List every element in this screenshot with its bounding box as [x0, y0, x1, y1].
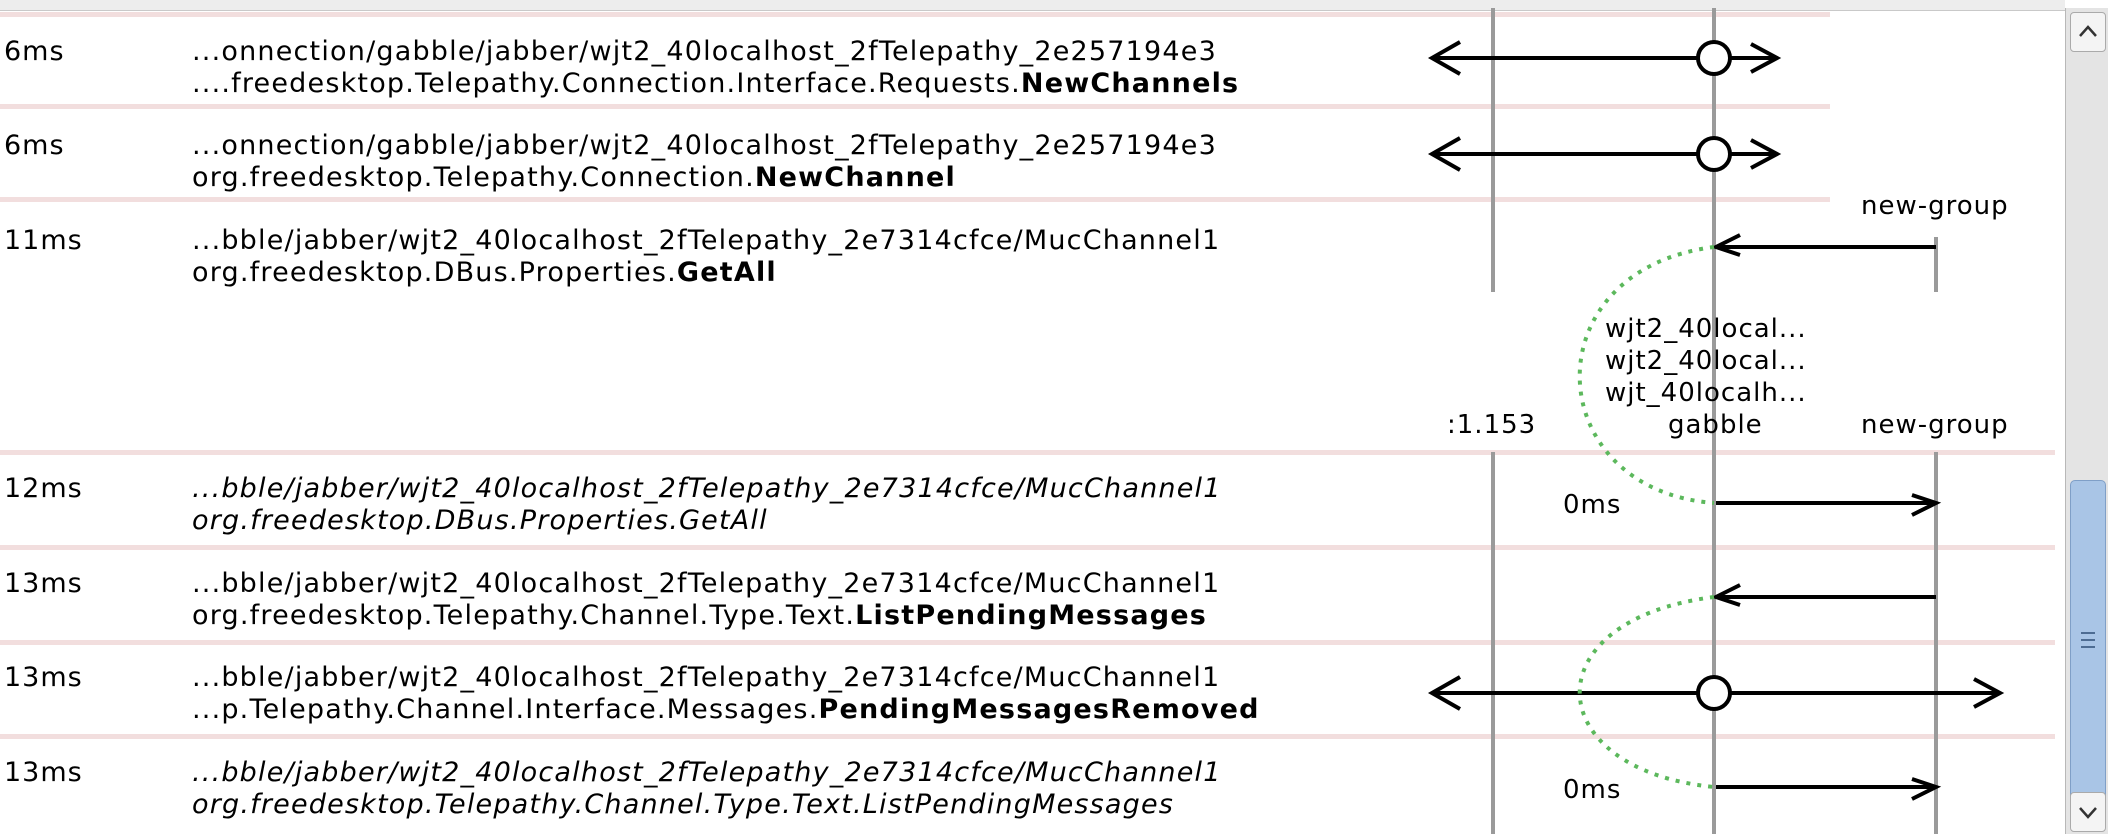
- lane-header-line: wjt2_40local...: [1605, 314, 1807, 344]
- lane-label-new-group: new-group: [1861, 410, 2009, 440]
- vertical-scrollbar[interactable]: [2065, 8, 2108, 834]
- lane-header-line: wjt2_40local...: [1605, 346, 1807, 376]
- signal-origin: [1696, 675, 1732, 711]
- chevron-down-icon: [2079, 807, 2097, 819]
- grip-icon: [2081, 646, 2095, 648]
- lane-label-new-group: new-group: [1861, 191, 2009, 221]
- grip-icon: [2081, 632, 2095, 634]
- chevron-up-icon: [2079, 25, 2097, 37]
- scroll-thumb[interactable]: [2070, 480, 2106, 830]
- grip-icon: [2081, 639, 2095, 641]
- signal-origin: [1696, 40, 1732, 76]
- scroll-up-button[interactable]: [2070, 12, 2106, 52]
- signal-origin: [1696, 136, 1732, 172]
- reply-duration: 0ms: [1563, 490, 1622, 520]
- reply-duration: 0ms: [1563, 775, 1622, 805]
- lane-label-bus: :1.153: [1447, 410, 1537, 440]
- scroll-down-button[interactable]: [2070, 792, 2106, 832]
- lane-header-line: wjt_40localh...: [1605, 378, 1807, 408]
- dbus-sequence-view: 6ms ...onnection/gabble/jabber/wjt2_40lo…: [0, 0, 2108, 834]
- lane-label-gabble: gabble: [1668, 410, 1763, 440]
